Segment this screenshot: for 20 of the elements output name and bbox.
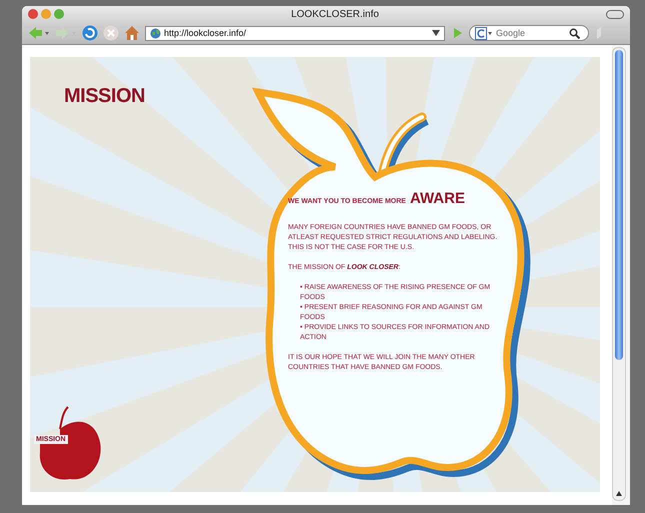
search-engine-icon[interactable] bbox=[475, 26, 493, 40]
scroll-thumb[interactable] bbox=[615, 50, 623, 360]
reload-icon[interactable] bbox=[82, 25, 98, 41]
address-field[interactable]: http://lookcloser.info/ bbox=[145, 26, 445, 40]
address-text: http://lookcloser.info/ bbox=[164, 28, 248, 38]
emphasis-text: AWARE bbox=[410, 190, 465, 207]
zoom-icon[interactable] bbox=[54, 9, 64, 19]
window-title: LOOKCLOSER.info bbox=[290, 8, 380, 20]
globe-icon bbox=[150, 28, 161, 38]
page-heading: MISSION bbox=[64, 85, 146, 108]
close-icon[interactable] bbox=[28, 9, 38, 19]
scroll-arrow-icon[interactable] bbox=[615, 490, 623, 498]
stop-icon[interactable] bbox=[103, 25, 119, 41]
search-bar[interactable]: Google bbox=[469, 25, 589, 41]
home-icon[interactable] bbox=[124, 25, 140, 41]
search-icon[interactable] bbox=[569, 28, 580, 38]
dropdown-triangle-icon[interactable] bbox=[432, 30, 440, 36]
scrollbar[interactable] bbox=[612, 47, 626, 501]
minimize-icon[interactable] bbox=[41, 9, 51, 19]
toolbar-toggle-icon[interactable] bbox=[606, 10, 624, 18]
